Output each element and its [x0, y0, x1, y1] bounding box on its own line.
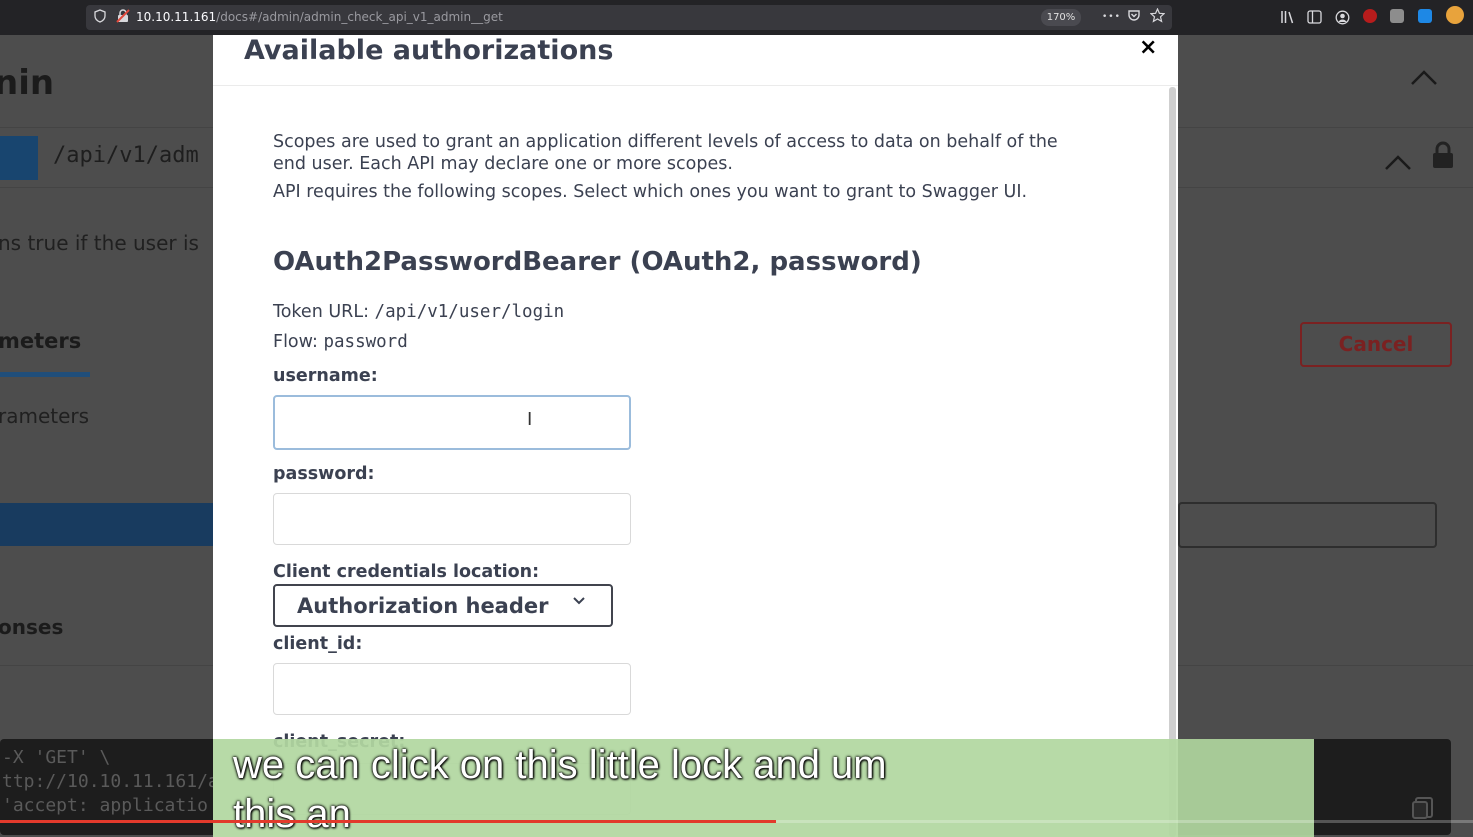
stylus-extension-icon[interactable] — [1418, 9, 1432, 23]
client-location-select[interactable]: Authorization header — [273, 584, 613, 627]
request-url-field — [1178, 502, 1437, 548]
flow: Flow: password — [273, 332, 408, 352]
pocket-icon[interactable] — [1127, 9, 1141, 28]
endpoint-path[interactable]: /api/v1/adm — [53, 143, 199, 168]
scopes-description-cont: end user. Each API may declare one or mo… — [273, 154, 733, 174]
close-icon[interactable]: × — [1139, 35, 1157, 60]
password-field[interactable] — [273, 493, 631, 545]
flow-value: password — [323, 332, 408, 352]
get-method-badge[interactable] — [0, 136, 38, 180]
token-url: Token URL: /api/v1/user/login — [273, 302, 564, 322]
curl-line: -X 'GET' \ — [2, 747, 111, 768]
execute-button[interactable] — [0, 503, 214, 546]
password-label: password: — [273, 464, 375, 484]
modal-title: Available authorizations — [244, 35, 614, 66]
collapse-section-icon[interactable] — [1410, 65, 1438, 93]
url-text[interactable]: 10.10.11.161/docs#/admin/admin_check_api… — [136, 10, 503, 24]
authorizations-modal: Available authorizations × Scopes are us… — [213, 35, 1178, 837]
collapse-endpoint-icon[interactable] — [1384, 150, 1412, 178]
responses-heading: onses — [0, 615, 64, 639]
username-field[interactable]: I — [273, 395, 631, 450]
bookmark-star-icon[interactable] — [1149, 7, 1166, 28]
token-url-value: /api/v1/user/login — [374, 302, 565, 322]
sidebar-icon[interactable] — [1307, 10, 1322, 29]
client-location-label: Client credentials location: — [273, 562, 540, 582]
modal-header: Available authorizations × — [213, 35, 1178, 86]
zoom-level-badge[interactable]: 170% — [1041, 9, 1081, 26]
browser-toolbar: 10.10.11.161/docs#/admin/admin_check_api… — [0, 0, 1473, 35]
subtitle-line-1: we can click on this little lock and um — [233, 743, 887, 787]
text-cursor-icon: I — [527, 409, 533, 430]
insecure-lock-icon[interactable] — [116, 9, 130, 28]
client-location-value: Authorization header — [297, 594, 549, 618]
ublock-extension-icon[interactable] — [1363, 9, 1377, 23]
video-progress-fill — [0, 820, 777, 823]
flow-label: Flow: — [273, 332, 318, 352]
extension-icon[interactable] — [1390, 9, 1404, 23]
token-url-label: Token URL: — [273, 302, 369, 322]
endpoint-description: ns true if the user is — [0, 231, 199, 255]
library-icon[interactable] — [1280, 10, 1295, 29]
username-label: username: — [273, 366, 378, 386]
burp-extension-icon[interactable] — [1446, 6, 1464, 24]
lock-icon[interactable] — [1432, 141, 1454, 175]
url-bar[interactable]: 10.10.11.161/docs#/admin/admin_check_api… — [86, 5, 1172, 30]
modal-scrollbar[interactable] — [1169, 87, 1176, 837]
client-id-field[interactable] — [273, 663, 631, 715]
tab-parameters[interactable]: meters — [0, 329, 81, 353]
chevron-down-icon — [573, 597, 585, 605]
section-title: nin — [0, 63, 55, 103]
no-parameters-text: rameters — [0, 404, 90, 428]
scopes-description: Scopes are used to grant an application … — [273, 132, 1058, 152]
video-progress-bar[interactable] — [0, 820, 1473, 823]
curl-line: ttp://10.10.11.161/a — [2, 771, 219, 792]
cancel-button[interactable]: Cancel — [1300, 322, 1452, 367]
account-icon[interactable] — [1335, 10, 1350, 30]
scopes-requirement: API requires the following scopes. Selec… — [273, 182, 1028, 202]
tab-underline — [0, 372, 90, 377]
subtitle-line-2: this an — [233, 792, 351, 836]
curl-line: 'accept: applicatio — [2, 795, 208, 816]
auth-scheme-title: OAuth2PasswordBearer (OAuth2, password) — [273, 247, 922, 277]
page-actions-menu-icon[interactable]: ••• — [1102, 9, 1121, 25]
client-id-label: client_id: — [273, 634, 363, 654]
shield-icon[interactable] — [94, 9, 106, 28]
